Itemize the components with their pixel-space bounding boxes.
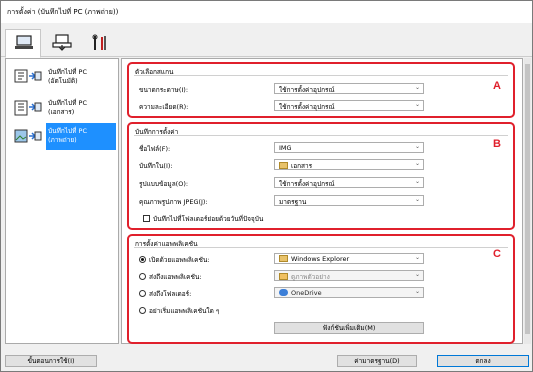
divider (134, 247, 508, 248)
sidebar: บันทึกไปที่ PC (อัตโนมัติ) บันทึกไปที่ P… (5, 58, 119, 344)
chevron-down-icon: ⌄ (414, 101, 420, 108)
sidebar-item-save-photo[interactable]: บันทึกไปที่ PC (ภาพถ่าย) (8, 122, 116, 151)
send-to-app-radio[interactable]: ส่งถึงแอพพลิเคชัน: (139, 272, 202, 282)
save-settings-group: บันทึกการตั้งค่า ชื่อไฟล์(F): IMG ⌄ บันท… (127, 122, 515, 230)
sidebar-item-save-document[interactable]: บันทึกไปที่ PC (เอกสาร) (8, 93, 116, 122)
chevron-down-icon: ⌄ (414, 254, 420, 261)
radio-button[interactable] (139, 290, 146, 297)
resolution-label: ความละเอียด(R): (139, 103, 189, 111)
radio-button[interactable] (139, 307, 146, 314)
jpeg-quality-value: มาตรฐาน (279, 198, 307, 206)
send-to-folder-value: OneDrive (291, 289, 322, 297)
tools-icon (92, 34, 106, 50)
open-with-label: เปิดด้วยแอพพลิเคชัน: (149, 256, 210, 264)
chevron-down-icon: ⌄ (414, 143, 420, 150)
image-viewer-icon (279, 273, 288, 280)
send-to-app-select[interactable]: ดูภาพตัวอย่าง ⌄ (274, 270, 424, 281)
checkbox-box[interactable] (143, 215, 150, 222)
chevron-down-icon: ⌄ (414, 160, 420, 167)
chevron-down-icon: ⌄ (414, 84, 420, 91)
data-format-label: รูปแบบข้อมูล(O): (139, 180, 189, 188)
send-to-app-value: ดูภาพตัวอย่าง (291, 273, 330, 281)
subfolder-checkbox[interactable]: บันทึกไปที่โฟลเดอร์ย่อยด้วยวันที่ปัจจุบั… (143, 214, 263, 224)
no-app-label: อย่าเริ่มแอพพลิเคชันใด ๆ (149, 307, 220, 315)
send-to-app-label: ส่งถึงแอพพลิเคชัน: (149, 273, 202, 281)
cloud-icon (279, 289, 288, 296)
open-with-select[interactable]: Windows Explorer ⌄ (274, 253, 424, 264)
radio-button[interactable] (139, 256, 146, 263)
chevron-down-icon: ⌄ (414, 271, 420, 278)
open-with-value: Windows Explorer (291, 255, 350, 263)
auto-scan-icon (14, 69, 42, 83)
save-in-select[interactable]: เอกสาร ⌄ (274, 159, 424, 170)
marker-b: B (493, 138, 501, 150)
send-to-folder-label: ส่งถึงโฟลเดอร์: (149, 290, 192, 298)
window-title: การตั้งค่า (บันทึกไปที่ PC (ภาพถ่าย)) (7, 8, 119, 16)
no-app-radio[interactable]: อย่าเริ่มแอพพลิเคชันใด ๆ (139, 306, 219, 316)
folder-icon (279, 162, 288, 169)
file-name-value: IMG (279, 144, 292, 152)
divider (134, 75, 508, 76)
folder-icon (279, 255, 288, 262)
document-scan-icon (14, 100, 42, 116)
more-functions-button[interactable]: ฟังก์ชันเพิ่มเติม(M) (274, 322, 424, 334)
resolution-select[interactable]: ใช้การตั้งค่าอุปกรณ์ ⌄ (274, 100, 424, 111)
defaults-button[interactable]: ค่ามาตรฐาน(D) (337, 355, 417, 367)
data-format-select[interactable]: ใช้การตั้งค่าอุปกรณ์ ⌄ (274, 177, 424, 188)
settings-window: การตั้งค่า (บันทึกไปที่ PC (ภาพถ่าย)) บั… (0, 0, 533, 372)
scanner-icon (52, 34, 72, 51)
file-name-input[interactable]: IMG ⌄ (274, 142, 424, 153)
send-to-folder-select[interactable]: OneDrive ⌄ (274, 287, 424, 298)
title-bar: การตั้งค่า (บันทึกไปที่ PC (ภาพถ่าย)) (1, 1, 532, 23)
open-with-radio[interactable]: เปิดด้วยแอพพลิเคชัน: (139, 255, 210, 265)
send-to-folder-radio[interactable]: ส่งถึงโฟลเดอร์: (139, 289, 191, 299)
resolution-value: ใช้การตั้งค่าอุปกรณ์ (279, 103, 335, 111)
paper-size-value: ใช้การตั้งค่าอุปกรณ์ (279, 86, 335, 94)
sidebar-item-label: บันทึกไปที่ PC (อัตโนมัติ) (48, 68, 87, 85)
chevron-down-icon: ⌄ (414, 288, 420, 295)
chevron-down-icon: ⌄ (414, 178, 420, 185)
jpeg-quality-select[interactable]: มาตรฐาน ⌄ (274, 195, 424, 206)
ok-button[interactable]: ตกลง (437, 355, 529, 367)
radio-button[interactable] (139, 273, 146, 280)
instructions-button[interactable]: ขั้นตอนการใช้(I) (5, 355, 97, 367)
sidebar-item-save-auto[interactable]: บันทึกไปที่ PC (อัตโนมัติ) (8, 62, 116, 91)
sidebar-item-label: บันทึกไปที่ PC (ภาพถ่าย) (46, 123, 116, 150)
sidebar-item-label: บันทึกไปที่ PC (เอกสาร) (48, 99, 87, 116)
data-format-value: ใช้การตั้งค่าอุปกรณ์ (279, 180, 335, 188)
app-settings-group: การตั้งค่าแอพพลิเคชัน เปิดด้วยแอพพลิเคชั… (127, 234, 515, 344)
tab-bar (1, 23, 532, 58)
subfolder-label: บันทึกไปที่โฟลเดอร์ย่อยด้วยวันที่ปัจจุบั… (153, 215, 264, 223)
tab-scanner[interactable] (43, 29, 79, 57)
file-name-label: ชื่อไฟล์(F): (139, 145, 171, 153)
scrollbar-thumb[interactable] (525, 64, 530, 334)
save-in-value: เอกสาร (291, 162, 313, 170)
chevron-down-icon: ⌄ (414, 196, 420, 203)
save-in-label: บันทึกใน(I): (139, 162, 173, 170)
photo-scan-icon (14, 129, 42, 143)
vertical-scrollbar[interactable] (524, 58, 531, 344)
tab-computer[interactable] (5, 29, 41, 58)
paper-size-select[interactable]: ใช้การตั้งค่าอุปกรณ์ ⌄ (274, 83, 424, 94)
computer-icon (15, 35, 33, 49)
divider (134, 135, 508, 136)
scan-options-group: ตัวเลือกสแกน ขนาดกระดาษ(I): ใช้การตั้งค่… (127, 62, 515, 118)
marker-c: C (493, 248, 501, 260)
jpeg-quality-label: คุณภาพรูปภาพ JPEG(J): (139, 198, 208, 206)
paper-size-label: ขนาดกระดาษ(I): (139, 86, 189, 94)
marker-a: A (493, 80, 501, 92)
tab-tools[interactable] (81, 29, 117, 57)
